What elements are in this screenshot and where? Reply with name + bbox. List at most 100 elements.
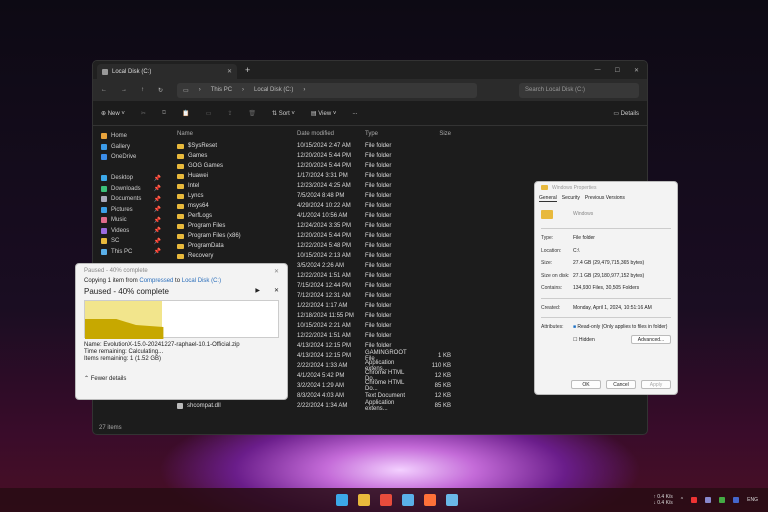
nav-item[interactable]: Desktop 📌: [101, 173, 161, 184]
nav-item[interactable]: Downloads 📌: [101, 184, 161, 195]
rename-icon[interactable]: ▭: [206, 110, 212, 117]
folder-icon: [177, 163, 184, 169]
col-date[interactable]: Date modified: [297, 131, 365, 137]
folder-icon: [177, 173, 184, 179]
file-type: File folder: [365, 163, 392, 169]
copy-progress-dialog: Paused - 40% complete ✕ Copying 1 item fr…: [75, 263, 288, 400]
paste-icon[interactable]: 📋: [182, 110, 189, 117]
firefox-icon[interactable]: [424, 494, 436, 506]
col-name[interactable]: Name: [173, 131, 297, 137]
file-explorer-icon[interactable]: [358, 494, 370, 506]
close-button[interactable]: ✕: [274, 268, 279, 275]
refresh-button[interactable]: ↻: [158, 87, 163, 94]
date-modified: 10/15/2024 2:21 AM: [297, 323, 351, 329]
remote-desktop-icon[interactable]: [446, 494, 458, 506]
file-type: File folder: [365, 193, 392, 199]
fewer-details-button[interactable]: ⌃ Fewer details: [84, 375, 279, 382]
copy-icon[interactable]: ⧉: [162, 110, 166, 117]
cancel-button[interactable]: Cancel: [606, 380, 636, 389]
pin-icon: 📌: [153, 249, 161, 256]
tray-app-icon[interactable]: [691, 497, 698, 503]
tab-general[interactable]: General: [539, 195, 557, 202]
up-button[interactable]: ↑: [141, 87, 144, 93]
file-name: Program Files: [188, 223, 226, 229]
source-link[interactable]: Compressed: [139, 278, 173, 284]
table-row[interactable]: Games 12/20/2024 5:44 PM File folder: [173, 151, 647, 161]
crumb-this-pc[interactable]: This PC: [211, 87, 232, 93]
table-row[interactable]: shcompat.dll 2/22/2024 1:34 AM Application…: [173, 400, 647, 412]
nav-item[interactable]: This PC 📌: [101, 247, 161, 258]
new-tab-button[interactable]: +: [245, 65, 250, 75]
nav-icon: [101, 133, 107, 140]
close-tab-icon[interactable]: ✕: [227, 68, 232, 75]
tab-security[interactable]: Security: [562, 195, 580, 201]
tray-chevron-icon[interactable]: ^: [681, 497, 683, 503]
nav-icon: [101, 217, 107, 224]
date-modified: 4/1/2024 5:42 PM: [297, 373, 345, 379]
back-button[interactable]: ←: [101, 87, 107, 93]
breadcrumb[interactable]: ▭ › This PC › Local Disk (C:) ›: [177, 82, 478, 98]
pin-icon: 📌: [153, 186, 161, 193]
nav-item[interactable]: Music 📌: [101, 215, 161, 226]
language-indicator[interactable]: ENG: [747, 497, 758, 503]
folder-name-field[interactable]: Windows: [573, 211, 593, 217]
table-row[interactable]: GOG Games 12/20/2024 5:44 PM File folder: [173, 161, 647, 171]
chrome-icon[interactable]: [380, 494, 392, 506]
minimize-button[interactable]: —: [595, 67, 601, 74]
new-button[interactable]: ⊕ New ˅: [101, 110, 125, 117]
ok-button[interactable]: OK: [571, 380, 601, 389]
readonly-checkbox[interactable]: ■ Read-only (Only applies to files in fo…: [573, 324, 667, 330]
nav-item[interactable]: OneDrive: [101, 152, 161, 163]
file-type: File folder: [365, 263, 392, 269]
nav-item[interactable]: Videos 📌: [101, 226, 161, 237]
tray-app-icon[interactable]: [705, 497, 712, 503]
folder-icon: [177, 223, 184, 229]
nav-item[interactable]: SC 📌: [101, 236, 161, 247]
date-modified: 10/15/2024 2:47 AM: [297, 143, 351, 149]
table-row[interactable]: $SysReset 10/15/2024 2:47 AM File folder: [173, 141, 647, 151]
nav-item[interactable]: Pictures 📌: [101, 205, 161, 216]
col-size[interactable]: Size: [417, 131, 451, 137]
share-icon[interactable]: ⇪: [227, 110, 232, 117]
file-size: 12 KB: [434, 393, 451, 399]
view-button[interactable]: ▤ View ˅: [311, 110, 336, 117]
sort-button[interactable]: ⇅ Sort ˅: [272, 110, 295, 117]
nav-item[interactable]: Gallery: [101, 142, 161, 153]
more-button[interactable]: ...: [352, 110, 357, 116]
file-size: 85 KB: [434, 383, 451, 389]
nav-item[interactable]: Documents 📌: [101, 194, 161, 205]
table-row[interactable]: Huawei 1/17/2024 3:31 PM File folder: [173, 171, 647, 181]
file-type: File folder: [365, 223, 392, 229]
column-headers: Name Date modified Type Size: [173, 127, 647, 141]
file-type: File folder: [365, 293, 392, 299]
crumb-local-disk[interactable]: Local Disk (C:): [254, 87, 293, 93]
search-input[interactable]: Search Local Disk (C:): [519, 82, 639, 98]
close-window-button[interactable]: ✕: [634, 67, 639, 74]
advanced-button[interactable]: Advanced...: [631, 335, 671, 345]
file-name: Intel: [188, 183, 200, 189]
nav-item[interactable]: Home: [101, 131, 161, 142]
tray-app-icon[interactable]: [733, 497, 740, 503]
cancel-copy-button[interactable]: ✕: [274, 287, 279, 296]
col-type[interactable]: Type: [365, 131, 417, 137]
forward-button[interactable]: →: [121, 87, 127, 93]
tab-local-disk[interactable]: Local Disk (C:) ✕: [97, 64, 237, 79]
delete-icon[interactable]: 🗑: [248, 110, 256, 117]
file-name: Games: [188, 153, 208, 159]
date-modified: 12/22/2024 1:51 AM: [297, 333, 351, 339]
copy-description: Copying 1 item from Compressed to Local …: [84, 278, 222, 284]
start-icon[interactable]: [336, 494, 348, 506]
apply-button[interactable]: Apply: [641, 380, 671, 389]
folder-icon: [177, 153, 184, 159]
dest-link[interactable]: Local Disk (C:): [182, 278, 221, 284]
notepad-icon[interactable]: [402, 494, 414, 506]
taskbar: ↑ 0.4 K/s ↓ 0.4 K/s ^ ENG: [0, 488, 768, 512]
cut-icon[interactable]: ✂: [141, 110, 146, 117]
details-button[interactable]: ▭ Details: [613, 110, 639, 117]
resume-button[interactable]: ▶: [255, 287, 260, 296]
maximize-button[interactable]: ☐: [615, 67, 620, 74]
dialog-title: Windows Properties: [552, 184, 597, 191]
tab-previous-versions[interactable]: Previous Versions: [585, 195, 625, 201]
hidden-checkbox[interactable]: ☐ Hidden: [573, 337, 595, 343]
tray-app-icon[interactable]: [719, 497, 726, 503]
